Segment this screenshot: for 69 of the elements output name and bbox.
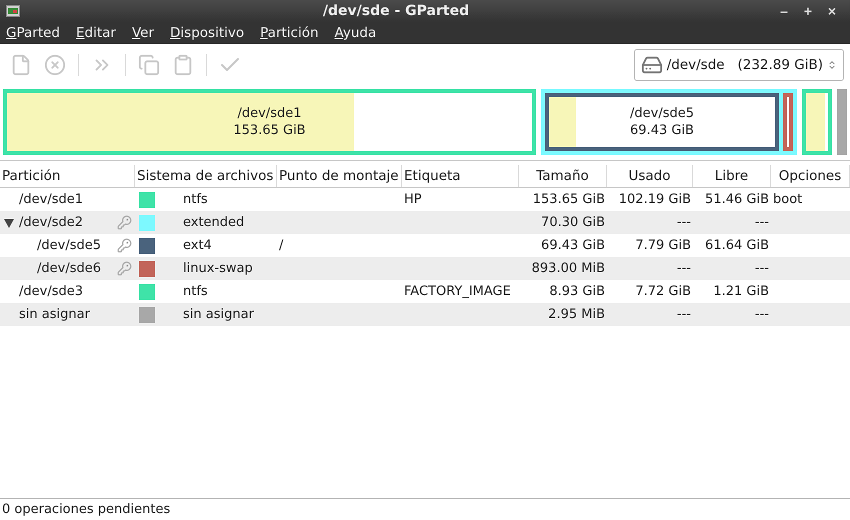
extended-partition[interactable]: /dev/sde5 69.43 GiB bbox=[541, 89, 797, 155]
mount-point: / bbox=[278, 238, 284, 253]
paste-icon bbox=[172, 54, 194, 76]
free-cell-text: 61.64 GiB bbox=[704, 238, 770, 253]
filesystem-name: ntfs bbox=[182, 192, 209, 207]
new-document-icon bbox=[10, 54, 32, 76]
copy-icon bbox=[138, 54, 160, 76]
size-cell-text: 8.93 GiB bbox=[548, 284, 606, 299]
partition-label: FACTORY_IMAGE bbox=[403, 284, 512, 299]
used-cell-text: 102.19 GiB bbox=[618, 192, 692, 207]
size-cell-text: 893.00 MiB bbox=[530, 261, 606, 276]
window-control[interactable]: + bbox=[796, 3, 820, 19]
used-cell-text: 7.79 GiB bbox=[634, 238, 692, 253]
partition-label: HP bbox=[403, 192, 423, 207]
column-header[interactable]: Punto de montaje bbox=[277, 165, 402, 187]
partition-block[interactable]: /dev/sde5 69.43 GiB bbox=[545, 93, 779, 151]
free-cell-text: --- bbox=[754, 307, 770, 322]
partition-block[interactable]: /dev/sde1 153.65 GiB bbox=[3, 89, 536, 155]
filesystem-name: extended bbox=[182, 215, 246, 230]
column-header[interactable]: Partición bbox=[0, 165, 135, 187]
column-header[interactable]: Usado bbox=[607, 165, 693, 187]
column-header[interactable]: Tamaño bbox=[519, 165, 607, 187]
size-cell-text: 2.95 MiB bbox=[547, 307, 606, 322]
size-cell-text: 70.30 GiB bbox=[540, 215, 606, 230]
filesystem-name: sin asignar bbox=[182, 307, 255, 322]
free-cell-text: --- bbox=[754, 215, 770, 230]
menu-item[interactable]: Ver bbox=[132, 25, 154, 41]
column-header[interactable]: Opciones bbox=[771, 165, 850, 187]
used-cell-text: 7.72 GiB bbox=[634, 284, 692, 299]
partition-name: /dev/sde6 bbox=[36, 261, 102, 276]
menu-item[interactable]: GParted bbox=[6, 25, 60, 41]
menu-item[interactable]: Editar bbox=[76, 25, 116, 41]
partition-name: /dev/sde1 bbox=[18, 192, 84, 207]
partition-name: /dev/sde2 bbox=[18, 215, 84, 230]
up-down-icon bbox=[827, 60, 837, 70]
partition-name: sin asignar bbox=[18, 307, 91, 322]
partition-block[interactable] bbox=[783, 93, 793, 151]
partition-block[interactable] bbox=[802, 89, 832, 155]
size-cell-text: 69.43 GiB bbox=[540, 238, 606, 253]
filesystem-name: ext4 bbox=[182, 238, 213, 253]
used-cell-text: --- bbox=[676, 307, 692, 322]
window-title: /dev/sde - GParted bbox=[322, 3, 470, 19]
free-cell-text: --- bbox=[754, 261, 770, 276]
partition-label: /dev/sde5 69.43 GiB bbox=[630, 105, 694, 139]
used-cell-text: --- bbox=[676, 215, 692, 230]
menu-item[interactable]: Ayuda bbox=[334, 25, 376, 41]
status-text: 0 operaciones pendientes bbox=[1, 502, 172, 517]
partition-name: /dev/sde5 bbox=[36, 238, 102, 253]
filesystem-name: linux-swap bbox=[182, 261, 254, 276]
window-control[interactable]: – bbox=[772, 3, 796, 19]
device-selector[interactable]: /dev/sde (232.89 GiB) bbox=[634, 48, 844, 80]
column-header[interactable]: Etiqueta bbox=[402, 165, 519, 187]
unallocated-space[interactable] bbox=[837, 89, 847, 155]
size-cell-text: 153.65 GiB bbox=[532, 192, 606, 207]
menu-item[interactable]: Dispositivo bbox=[170, 25, 244, 41]
free-cell-text: 51.46 GiB bbox=[704, 192, 770, 207]
flags-cell-text: boot bbox=[772, 192, 804, 207]
partition-label: /dev/sde1 153.65 GiB bbox=[233, 105, 306, 139]
column-header[interactable]: Sistema de archivos bbox=[135, 165, 277, 187]
column-header[interactable]: Libre bbox=[693, 165, 771, 187]
app-icon bbox=[6, 5, 20, 17]
delete-icon bbox=[44, 54, 66, 76]
filesystem-name: ntfs bbox=[182, 284, 209, 299]
used-cell-text: --- bbox=[676, 261, 692, 276]
menu-item[interactable]: Partición bbox=[260, 25, 319, 41]
partition-name: /dev/sde3 bbox=[18, 284, 84, 299]
free-cell-text: 1.21 GiB bbox=[712, 284, 770, 299]
expander-icon[interactable] bbox=[3, 216, 15, 228]
window-control[interactable]: × bbox=[820, 3, 844, 19]
